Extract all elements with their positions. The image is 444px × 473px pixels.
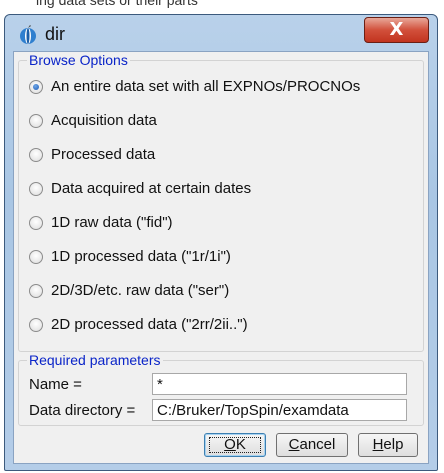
close-button[interactable]: X (364, 17, 429, 43)
focus-indicator (209, 437, 261, 453)
data-directory-field[interactable] (152, 399, 407, 421)
name-label: Name = (29, 376, 82, 393)
window-title: dir (45, 24, 66, 44)
ok-button[interactable]: OK (204, 433, 266, 457)
cancel-mnemonic: C (288, 436, 300, 453)
option-label: 1D processed data ("1r/1i") (51, 248, 231, 265)
dir-dialog: dir X Browse Options An entire data set … (4, 14, 438, 471)
option-label: 1D raw data ("fid") (51, 214, 173, 231)
close-icon: X (389, 19, 404, 40)
radio-nd-raw[interactable] (29, 284, 43, 298)
cancel-label-rest: ancel (299, 436, 336, 453)
radio-acquisition-data[interactable] (29, 114, 43, 128)
name-field[interactable] (152, 373, 407, 395)
title-bar[interactable]: dir X (5, 15, 437, 55)
option-label: 2D processed data ("2rr/2ii..") (51, 316, 248, 333)
radio-1d-processed[interactable] (29, 250, 43, 264)
radio-1d-raw[interactable] (29, 216, 43, 230)
radio-certain-dates[interactable] (29, 182, 43, 196)
option-label: 2D/3D/etc. raw data ("ser") (51, 282, 230, 299)
radio-processed-data[interactable] (29, 148, 43, 162)
help-button[interactable]: Help (358, 433, 418, 457)
dialog-body: Browse Options An entire data set with a… (13, 51, 429, 464)
radio-2d-processed[interactable] (29, 318, 43, 332)
background-strip: ing data sets or their parts (0, 0, 444, 14)
required-parameters-group: Required parameters Name = Data director… (18, 352, 424, 426)
data-directory-label: Data directory = (29, 402, 136, 419)
help-label-rest: elp (383, 436, 404, 453)
browse-options-group: Browse Options An entire data set with a… (18, 52, 424, 352)
option-label: Processed data (51, 146, 156, 163)
required-parameters-title: Required parameters (27, 352, 163, 368)
browse-options-title: Browse Options (27, 52, 130, 68)
help-mnemonic: H (372, 436, 384, 453)
background-text: ing data sets or their parts (36, 0, 198, 8)
topspin-logo-icon (20, 25, 36, 44)
cancel-button[interactable]: Cancel (276, 433, 348, 457)
option-label: An entire data set with all EXPNOs/PROCN… (51, 78, 361, 95)
radio-entire-data-set[interactable] (29, 80, 43, 94)
option-label: Data acquired at certain dates (51, 180, 252, 197)
option-label: Acquisition data (51, 112, 157, 129)
